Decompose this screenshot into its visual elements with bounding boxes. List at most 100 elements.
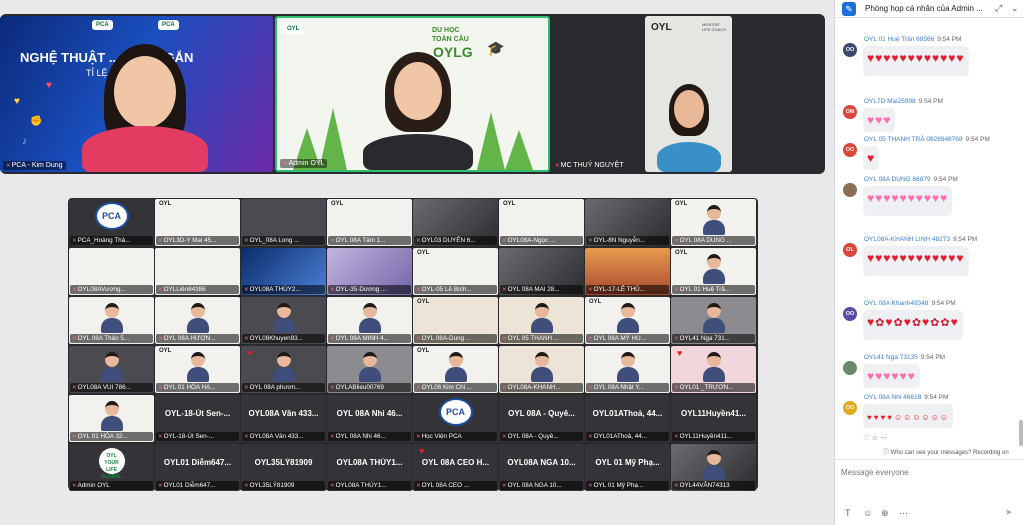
hand-icon: ✊	[30, 116, 43, 127]
oyl-logo: OYL	[417, 250, 430, 256]
participant-tile[interactable]: ✕OYL08Khuyen93...	[241, 297, 326, 344]
tree	[505, 130, 533, 170]
participant-tile[interactable]: OYL ✕OYL3D-Y Mai 45...	[155, 199, 240, 246]
timestamp: 9:54 PM	[953, 236, 978, 243]
participant-name: ✕OYL-17-LÊ THỦ...	[586, 285, 669, 294]
participant-tile[interactable]: ✕OYL 08A Nhật Y...	[585, 346, 670, 393]
timestamp: 9:54 PM	[937, 36, 962, 43]
participant-name-large: OYL-18-Út Sen-...	[164, 409, 231, 418]
participant-tile[interactable]: OYL35LÝ81909 ✕OYL35LÝ81909	[241, 444, 326, 491]
participant-tile[interactable]: OYL ✕OYL 08A Tâm 1...	[327, 199, 412, 246]
participant-tile[interactable]: PCA ✕PCA_Hoàng Thả...	[69, 199, 154, 246]
mic-muted-icon: ✕	[330, 434, 335, 440]
participant-name: ✕OYL 08A - Quyê...	[500, 432, 583, 441]
participant-tile[interactable]: OYL 08A - Quyê... ✕OYL 08A - Quyê...	[499, 395, 584, 442]
participant-gallery: PCA ✕PCA_Hoàng Thả... OYL ✕OYL3D-Y Mai 45..…	[68, 198, 758, 491]
participant-tile[interactable]: OYL-18-Út Sen-... ✕OYL-18-Út Sen-...	[155, 395, 240, 442]
participant-tile[interactable]: ✕OYL08AVương...	[69, 248, 154, 295]
participant-tile[interactable]: OYL ✕OYL 08A DUNG ...	[671, 199, 756, 246]
participant-tile[interactable]: ✕OYL 05 THANH ...	[499, 297, 584, 344]
timestamp: 9:54 PM	[918, 98, 943, 105]
emoji-icon[interactable]: ☺	[863, 508, 872, 518]
reaction-bar[interactable]: ♡ ☺ ⋯	[863, 434, 887, 442]
participant-tile[interactable]: OYL YOUR LIFE GLOBAL ✕Admin OYL	[69, 444, 154, 491]
mic-muted-icon: ✕	[555, 163, 560, 169]
speaker-name-mc: ✕MC THUÝ NGUYỆT	[555, 162, 624, 169]
participant-tile[interactable]: ♥ ✕OYL 08A phươn...	[241, 346, 326, 393]
participant-tile[interactable]: ✕OYL08A-KHANH...	[499, 346, 584, 393]
participant-name: ✕OYL08A VUI 786...	[70, 383, 153, 392]
participant-tile[interactable]: OYL 01 Mỹ Phạ... ✕OYL 01 Mỹ Phạ...	[585, 444, 670, 491]
message-input[interactable]	[841, 464, 1017, 480]
participant-tile[interactable]: ✕OYL_08A Long ...	[241, 199, 326, 246]
participant-tile[interactable]: ✕OYL41 Nga 731...	[671, 297, 756, 344]
participant-tile[interactable]: ✕OYL-17-LÊ THỦ...	[585, 248, 670, 295]
participant-tile[interactable]: ✕OYL 08A MAI 28...	[499, 248, 584, 295]
mic-muted-icon: ✕	[158, 434, 163, 440]
chat-header: ✎ Phòng họp cá nhân của Admin ... ⤢ ⌄	[835, 0, 1024, 18]
speaker-video-mc[interactable]: OYL MENTOR LIFE COACH	[645, 16, 732, 172]
mic-muted-icon: ✕	[416, 385, 421, 391]
participant-name: ✕OYL-18-Út Sen-...	[156, 432, 239, 441]
participant-tile[interactable]: ✕OYL08A THÚY2...	[241, 248, 326, 295]
collapse-icon[interactable]: ⌄	[1011, 3, 1019, 14]
participant-face	[616, 352, 639, 382]
participant-tile[interactable]: OYL ✕OYL-05 Lê Bích...	[413, 248, 498, 295]
participant-tile[interactable]: ✕OYL03 DUYÊN 6...	[413, 199, 498, 246]
participant-tile[interactable]: ✕OYLLiên84386	[155, 248, 240, 295]
participant-tile[interactable]: OYL01 Diễm647... ✕OYL01 Diễm647...	[155, 444, 240, 491]
participant-tile[interactable]: OYL ✕OYL 08A MỸ HU...	[585, 297, 670, 344]
chat-title: Phòng họp cá nhân của Admin ...	[865, 4, 983, 13]
face	[114, 56, 176, 128]
participant-tile[interactable]: ✕OYL-35-Dương ...	[327, 248, 412, 295]
participant-tile[interactable]: ✕OYL 01 HÒA 32...	[69, 395, 154, 442]
participant-tile[interactable]: PCA ✕Học Viện PCA	[413, 395, 498, 442]
send-icon[interactable]: ➤	[1005, 507, 1013, 518]
participant-tile[interactable]: OYL 08A CEO H... ♥ ✕OYL 08A CEO ...	[413, 444, 498, 491]
format-text-icon[interactable]: T	[845, 508, 851, 518]
speaker-video-admin-oyl[interactable]: OYL DU HỌC TOÀN CẦU OYLG 🎓 ✕Admin OYL	[275, 16, 550, 172]
participant-tile[interactable]: OYL ✕OYL06 Kim Chi ...	[413, 346, 498, 393]
mic-muted-icon: ✕	[330, 238, 335, 244]
oyl-logo: OYL	[675, 250, 688, 256]
participant-name-large: OYL08A Vân 433...	[248, 409, 319, 418]
participant-name-large: OYL01AThoả, 44...	[592, 409, 663, 418]
participant-tile[interactable]: ✕OYL 08A MINH 4...	[327, 297, 412, 344]
more-icon[interactable]: ⋯	[899, 508, 908, 519]
speaker-video-kim-dung[interactable]: PCA PCA NGHỆ THUẬT ... DEO NGẮN TỈ LỆ ..…	[0, 16, 273, 172]
speaker-name: ✕Admin OYL	[280, 159, 328, 168]
participant-tile[interactable]: ✕OYL-8N Nguyễn...	[585, 199, 670, 246]
participant-name: ✕OYL 01 Mỹ Phạ...	[586, 481, 669, 490]
mic-muted-icon: ✕	[674, 434, 679, 440]
participant-tile[interactable]: ✕OYLABlieu00769	[327, 346, 412, 393]
participant-tile[interactable]: ✕OYL44VÂN74313	[671, 444, 756, 491]
participant-tile[interactable]: OYL08A THÚY1... ✕OYL08A THÚY1...	[327, 444, 412, 491]
participant-tile[interactable]: OYL ✕OYL 01 Huệ Trầ...	[671, 248, 756, 295]
participant-tile[interactable]: OYL08A NGA 10... ✕OYL 08A NGA 10...	[499, 444, 584, 491]
mic-muted-icon: ✕	[502, 287, 507, 293]
popout-icon[interactable]: ⤢	[995, 3, 1002, 14]
participant-tile[interactable]: ♥ ✕OYL01 _TRƯƠN...	[671, 346, 756, 393]
participant-name: ✕OYLABlieu00769	[328, 383, 411, 392]
participant-tile[interactable]: OYL ✕OYL 08A-Dung ...	[413, 297, 498, 344]
participant-name: ✕OYL35LÝ81909	[242, 481, 325, 490]
participant-face	[100, 303, 123, 333]
mic-muted-icon: ✕	[502, 434, 507, 440]
participant-tile[interactable]: OYL08A Vân 433... ✕OYL08A Vân 433...	[241, 395, 326, 442]
participant-tile[interactable]: OYL ✕OYL08A-Ngọc ...	[499, 199, 584, 246]
participant-tile[interactable]: OYL ✕OYL 01 HÒA HẠ...	[155, 346, 240, 393]
participant-tile[interactable]: ✕OYL 08A Thảo 5...	[69, 297, 154, 344]
participant-tile[interactable]: ✕OYL08A VUI 786...	[69, 346, 154, 393]
participant-name-large: OYL01 Diễm647...	[163, 458, 232, 467]
pca-logo: PCA	[94, 202, 129, 230]
participant-tile[interactable]: ✕OYL 08A HƯƠN...	[155, 297, 240, 344]
participant-tile[interactable]: OYL 08A Nhi 46... ✕OYL 08A Nhi 46...	[327, 395, 412, 442]
participant-name: ✕Admin OYL	[70, 481, 153, 490]
oyl-logo: OYL	[589, 299, 602, 305]
attach-icon[interactable]: ⊕	[881, 508, 889, 519]
participant-face	[444, 352, 467, 382]
mic-muted-icon: ✕	[674, 336, 679, 342]
participant-tile[interactable]: OYL01AThoả, 44... ✕OYL01AThoả, 44...	[585, 395, 670, 442]
participant-tile[interactable]: OYL11Huyền41... ✕OYL11Huyền411...	[671, 395, 756, 442]
chat-scrollbar[interactable]	[1019, 420, 1023, 446]
